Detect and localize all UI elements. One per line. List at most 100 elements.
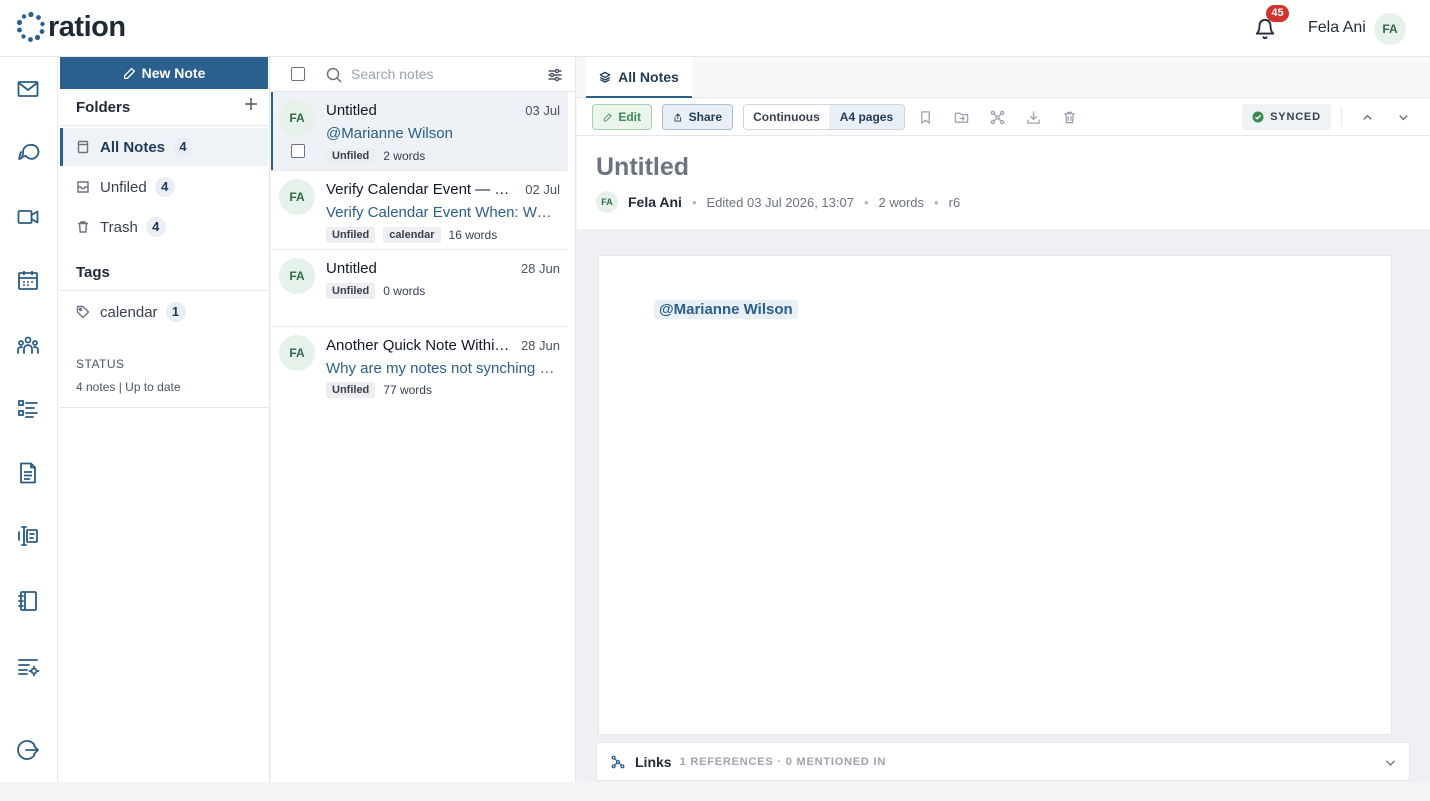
- note-meta: Unfiled 77 words: [326, 382, 432, 398]
- status-label: STATUS: [76, 357, 125, 371]
- links-summary: 1 REFERENCES · 0 MENTIONED IN: [679, 755, 887, 768]
- document-icon[interactable]: [16, 461, 40, 485]
- note-word-count: 77 words: [383, 383, 432, 397]
- sync-status-label: SYNCED: [1270, 111, 1321, 123]
- tag-item-calendar[interactable]: calendar 1: [60, 293, 268, 331]
- notes-icon: [77, 140, 89, 154]
- links-panel-toggle[interactable]: Links 1 REFERENCES · 0 MENTIONED IN: [596, 742, 1410, 781]
- note-title: Untitled: [326, 260, 377, 277]
- bookmark-icon[interactable]: [918, 110, 933, 125]
- document-word-count: 2 words: [878, 194, 925, 210]
- folder-item-trash[interactable]: Trash 4: [60, 208, 268, 246]
- logout-icon[interactable]: [16, 738, 40, 762]
- note-item-another-quick-note[interactable]: FA Another Quick Note Within ... 28 Jun …: [271, 327, 568, 406]
- folder-item-unfiled[interactable]: Unfiled 4: [60, 168, 268, 206]
- new-note-label: New Note: [141, 65, 206, 81]
- folder-label: All Notes: [100, 138, 166, 156]
- author-name: Fela Ani: [628, 194, 682, 210]
- folder-item-all-notes[interactable]: All Notes 4: [60, 128, 268, 166]
- team-icon[interactable]: [16, 333, 40, 357]
- note-word-count: 0 words: [383, 284, 426, 298]
- tag-count: 1: [165, 302, 186, 322]
- edited-timestamp: Edited 03 Jul 2026, 13:07: [706, 194, 854, 210]
- chevron-down-icon: [1385, 760, 1396, 766]
- tab-label: All Notes: [618, 68, 679, 85]
- divider: [60, 407, 270, 408]
- document-title[interactable]: Untitled: [596, 153, 689, 182]
- chevron-down-icon[interactable]: [1396, 110, 1411, 125]
- meta-separator: •: [863, 194, 869, 210]
- filter-icon[interactable]: [547, 67, 563, 83]
- note-checkbox[interactable]: [291, 144, 305, 158]
- status-text: 4 notes | Up to date: [76, 380, 181, 394]
- note-item-verify-calendar[interactable]: FA Verify Calendar Event — No... 02 Jul …: [271, 171, 568, 250]
- contracts-icon[interactable]: [16, 524, 40, 548]
- calendar-icon[interactable]: [16, 268, 40, 292]
- page-canvas: @Marianne Wilson: [577, 229, 1430, 782]
- note-title: Another Quick Note Within ...: [326, 337, 516, 354]
- search-icon: [326, 67, 342, 83]
- divider: [60, 290, 270, 291]
- brand-name: ration: [48, 11, 126, 43]
- note-item-untitled-1[interactable]: FA Untitled 03 Jul @Marianne Wilson Unfi…: [271, 92, 568, 171]
- tab-bar: All Notes: [577, 57, 1430, 98]
- layers-icon: [599, 71, 611, 83]
- pencil-icon: [123, 67, 135, 79]
- brand-logo[interactable]: ration: [16, 11, 126, 43]
- note-meta: Unfiled 2 words: [326, 148, 425, 164]
- revision-label: r6: [948, 194, 961, 210]
- tag-icon: [76, 305, 90, 319]
- note-item-untitled-2[interactable]: FA Untitled 28 Jun Unfiled 0 words: [271, 250, 568, 327]
- tab-all-notes[interactable]: All Notes: [586, 57, 692, 98]
- folder-label: Unfiled: [100, 178, 147, 196]
- new-note-button[interactable]: New Note: [60, 57, 268, 89]
- app-rail: [0, 57, 58, 782]
- note-date: 28 Jun: [520, 338, 560, 353]
- note-avatar: FA: [279, 179, 315, 215]
- note-meta: Unfiled calendar 16 words: [326, 227, 497, 243]
- mention-chip[interactable]: @Marianne Wilson: [654, 300, 798, 319]
- note-date: 03 Jul: [525, 103, 560, 118]
- divider: [60, 125, 270, 126]
- view-a4-pages-button[interactable]: A4 pages: [828, 105, 904, 129]
- a4-page[interactable]: @Marianne Wilson: [599, 256, 1391, 734]
- folder-label: Trash: [100, 218, 138, 236]
- meta-separator: •: [934, 194, 939, 210]
- trash-icon[interactable]: [1062, 110, 1077, 125]
- search-input[interactable]: [351, 63, 531, 85]
- view-continuous-button[interactable]: Continuous: [744, 105, 829, 129]
- note-avatar: FA: [279, 100, 315, 136]
- notebook-icon[interactable]: [16, 589, 40, 613]
- select-all-checkbox[interactable]: [291, 67, 305, 81]
- folders-title: Folders: [76, 99, 131, 116]
- top-bar: ration 45 Fela Ani FA: [0, 0, 1430, 57]
- user-name[interactable]: Fela Ani: [1308, 19, 1366, 37]
- folder-move-icon[interactable]: [954, 110, 969, 125]
- note-word-count: 16 words: [448, 228, 498, 242]
- pencil-icon: [603, 113, 612, 121]
- folder-count: 4: [145, 217, 166, 237]
- chevron-up-icon[interactable]: [1360, 110, 1375, 125]
- note-folder-chip: Unfiled: [326, 148, 376, 164]
- tasks-icon[interactable]: [16, 397, 40, 421]
- document-meta: FA Fela Ani • Edited 03 Jul 2026, 13:07 …: [596, 191, 960, 213]
- note-title: Untitled: [326, 102, 377, 119]
- notification-badge: 45: [1266, 5, 1289, 22]
- note-date: 02 Jul: [525, 182, 560, 197]
- download-icon[interactable]: [1026, 110, 1041, 125]
- settings-list-icon[interactable]: [16, 654, 40, 678]
- editor-toolbar: Edit Share Continuous A4 pages SYNCED: [577, 98, 1430, 136]
- link-graph-icon[interactable]: [990, 110, 1005, 125]
- user-avatar[interactable]: FA: [1374, 13, 1406, 45]
- chat-icon[interactable]: [16, 141, 40, 165]
- folder-count: 4: [154, 177, 175, 197]
- add-folder-icon[interactable]: [244, 97, 258, 111]
- folder-count: 4: [173, 137, 194, 157]
- share-button[interactable]: Share: [662, 104, 733, 130]
- mail-icon[interactable]: [16, 77, 40, 101]
- note-preview: @Marianne Wilson: [326, 125, 453, 142]
- edit-button[interactable]: Edit: [592, 104, 652, 130]
- note-folder-chip: Unfiled: [326, 382, 376, 398]
- video-icon[interactable]: [16, 205, 40, 229]
- tags-title: Tags: [76, 264, 110, 281]
